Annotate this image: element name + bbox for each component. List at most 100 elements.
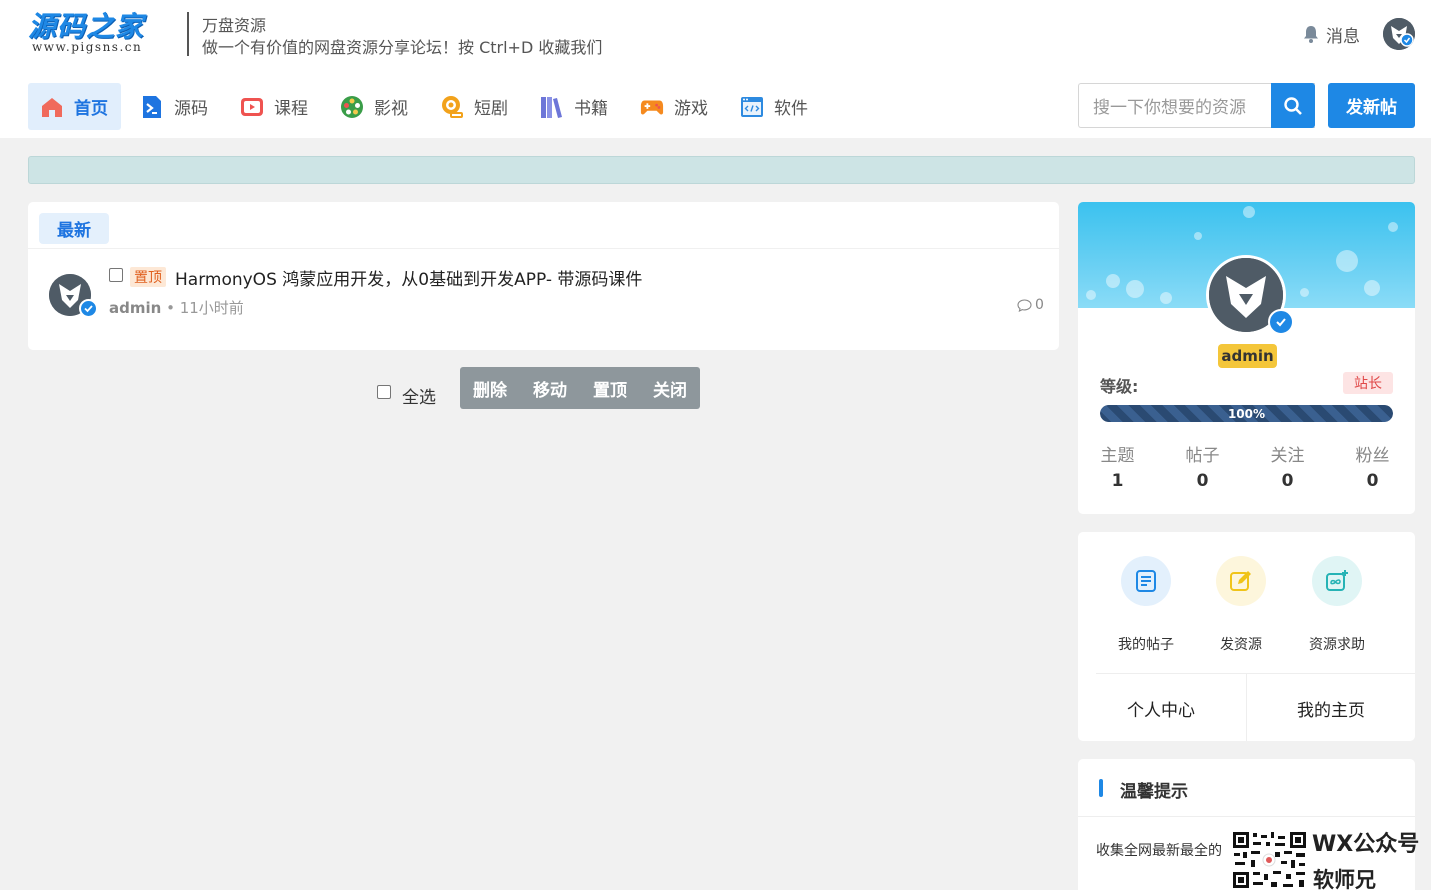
nav-item-short-drama[interactable]: 短剧 bbox=[428, 83, 521, 130]
stat-posts[interactable]: 帖子 0 bbox=[1160, 441, 1245, 491]
nav-item-games[interactable]: 游戏 bbox=[628, 83, 721, 130]
thread-comment-count: 0 bbox=[1017, 297, 1044, 313]
header: 源码之家 www.pigsns.cn 万盘资源 做一个有价值的网盘资源分享论坛！… bbox=[0, 0, 1431, 138]
search-placeholder: 搜一下你想要的资源 bbox=[1093, 98, 1246, 118]
thread-author[interactable]: admin bbox=[109, 299, 161, 317]
edit-icon bbox=[1216, 556, 1266, 606]
site-name: 万盘资源 bbox=[202, 16, 267, 35]
verified-icon bbox=[1268, 309, 1294, 335]
logo-main-text: 源码之家 bbox=[28, 10, 145, 43]
nav-item-source[interactable]: 源码 bbox=[128, 83, 221, 130]
camera-icon bbox=[440, 95, 464, 119]
code-window-icon bbox=[740, 95, 764, 119]
banner-bubble bbox=[1106, 274, 1120, 288]
banner-bubble bbox=[1160, 292, 1172, 304]
search-button[interactable] bbox=[1271, 83, 1315, 128]
main-nav: 首页 源码 课程 影视 短剧 书籍 游戏 软件 bbox=[28, 83, 828, 130]
role-badge: 站长 bbox=[1343, 372, 1393, 394]
banner-bubble bbox=[1126, 280, 1144, 298]
new-post-button[interactable]: 发新帖 bbox=[1328, 83, 1415, 128]
stat-value: 0 bbox=[1196, 471, 1209, 491]
tips-accent-bar bbox=[1099, 779, 1103, 797]
notice-bar bbox=[28, 156, 1415, 184]
thread-list: 最新 置顶 HarmonyOS 鸿蒙应用开发，从0基础到开发APP- 带源码课件… bbox=[28, 202, 1059, 350]
search-icon bbox=[1284, 96, 1302, 115]
comment-icon bbox=[1017, 298, 1032, 312]
progress-text: 100% bbox=[1227, 406, 1266, 421]
stat-value: 0 bbox=[1281, 471, 1294, 491]
nav-item-label: 影视 bbox=[374, 99, 408, 119]
nav-item-label: 短剧 bbox=[474, 99, 508, 119]
banner-bubble bbox=[1243, 206, 1255, 218]
user-center-link[interactable]: 个人中心 bbox=[1127, 696, 1195, 721]
nav-item-home[interactable]: 首页 bbox=[28, 83, 121, 130]
divider bbox=[28, 248, 1059, 249]
select-all-checkbox[interactable] bbox=[377, 385, 391, 399]
watermark-line-2: 软师兄 bbox=[1313, 868, 1376, 890]
tips-title: 温馨提示 bbox=[1120, 782, 1188, 802]
stat-label: 主题 bbox=[1100, 446, 1135, 466]
profile-card: admin 等级: 站长 100% 主题 1 帖子 0 关注 0 粉丝 0 bbox=[1078, 202, 1415, 514]
home-icon bbox=[40, 95, 64, 119]
nav-item-label: 软件 bbox=[774, 99, 808, 119]
tab-latest[interactable]: 最新 bbox=[39, 213, 109, 244]
site-logo[interactable]: 源码之家 www.pigsns.cn bbox=[28, 10, 158, 58]
nav-item-label: 书籍 bbox=[574, 99, 608, 119]
image-add-icon bbox=[1312, 556, 1362, 606]
stat-value: 1 bbox=[1111, 471, 1124, 491]
banner-bubble bbox=[1086, 290, 1096, 300]
stat-topics[interactable]: 主题 1 bbox=[1078, 441, 1160, 491]
logo-divider bbox=[187, 12, 189, 56]
nav-item-label: 游戏 bbox=[674, 99, 708, 119]
post-resource-action[interactable]: 发资源 bbox=[1201, 556, 1281, 654]
thread-title[interactable]: HarmonyOS 鸿蒙应用开发，从0基础到开发APP- 带源码课件 bbox=[175, 265, 642, 290]
banner-bubble bbox=[1300, 288, 1309, 297]
thread-checkbox[interactable] bbox=[109, 268, 123, 282]
stat-followers[interactable]: 粉丝 0 bbox=[1330, 441, 1415, 491]
my-posts-action[interactable]: 我的帖子 bbox=[1106, 556, 1186, 654]
level-label: 等级: bbox=[1100, 377, 1139, 396]
stat-label: 关注 bbox=[1270, 446, 1305, 466]
thread-time: 11小时前 bbox=[179, 299, 244, 317]
thread-meta: admin • 11小时前 bbox=[109, 297, 244, 318]
close-button[interactable]: 关闭 bbox=[640, 367, 700, 409]
banner-bubble bbox=[1388, 222, 1398, 232]
bulk-action-group: 删除 移动 置顶 关闭 bbox=[460, 367, 700, 409]
profile-stats: 主题 1 帖子 0 关注 0 粉丝 0 bbox=[1078, 441, 1415, 491]
messages-label: 消息 bbox=[1326, 26, 1360, 47]
logo-sub-text: www.pigsns.cn bbox=[32, 40, 143, 54]
profile-username[interactable]: admin bbox=[1218, 344, 1277, 368]
divider bbox=[1078, 816, 1415, 817]
books-icon bbox=[540, 95, 564, 119]
divider bbox=[1246, 674, 1247, 741]
terminal-icon bbox=[140, 95, 164, 119]
nav-item-course[interactable]: 课程 bbox=[228, 83, 321, 130]
stat-label: 帖子 bbox=[1185, 446, 1220, 466]
watermark-line-1: WX公众号 bbox=[1312, 832, 1420, 857]
nav-item-books[interactable]: 书籍 bbox=[528, 83, 621, 130]
user-avatar[interactable] bbox=[1383, 18, 1415, 50]
nav-item-label: 首页 bbox=[74, 99, 108, 119]
move-button[interactable]: 移动 bbox=[520, 367, 580, 409]
select-all-label[interactable]: 全选 bbox=[402, 383, 436, 408]
nav-item-label: 源码 bbox=[174, 99, 208, 119]
comment-count: 0 bbox=[1035, 297, 1044, 313]
stat-following[interactable]: 关注 0 bbox=[1245, 441, 1330, 491]
stat-label: 粉丝 bbox=[1355, 446, 1390, 466]
nav-item-movie[interactable]: 影视 bbox=[328, 83, 421, 130]
qr-code-icon bbox=[1231, 830, 1308, 890]
divider bbox=[1096, 673, 1415, 674]
my-homepage-link[interactable]: 我的主页 bbox=[1297, 696, 1365, 721]
delete-button[interactable]: 删除 bbox=[460, 367, 520, 409]
avatar-logo-icon bbox=[1383, 18, 1415, 50]
pin-button[interactable]: 置顶 bbox=[580, 367, 640, 409]
action-label: 发资源 bbox=[1220, 637, 1262, 653]
quick-actions-card: 我的帖子 发资源 资源求助 个人中心 我的主页 bbox=[1078, 532, 1415, 741]
nav-item-label: 课程 bbox=[274, 99, 308, 119]
nav-item-software[interactable]: 软件 bbox=[728, 83, 821, 130]
resource-request-action[interactable]: 资源求助 bbox=[1297, 556, 1377, 654]
tips-text: 收集全网最新最全的 bbox=[1096, 843, 1222, 859]
messages-link[interactable]: 消息 bbox=[1301, 22, 1360, 47]
bell-icon bbox=[1304, 26, 1318, 43]
pinned-badge: 置顶 bbox=[130, 267, 166, 287]
